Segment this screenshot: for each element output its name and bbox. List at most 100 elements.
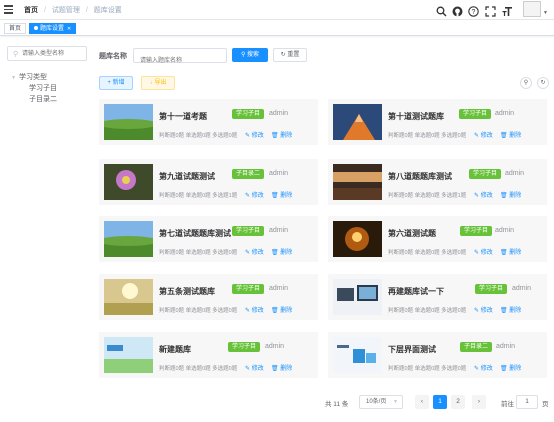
delete-button[interactable]: 🗑 删除 [271, 190, 292, 199]
close-icon[interactable]: ✕ [67, 26, 71, 32]
question-icon[interactable]: ? [468, 4, 479, 17]
bank-card[interactable]: 第六道测试题 学习子目 admin 判断题0题 单选题0题 多选题0题 ✎ 修改… [328, 216, 547, 262]
type-search-input[interactable] [22, 49, 86, 59]
tree-node-sub-two[interactable]: 子目录二 [7, 94, 87, 105]
trash-icon: 🗑 [271, 193, 279, 199]
edit-icon: ✎ [474, 308, 480, 314]
goto-page-input[interactable]: 1 [516, 395, 538, 409]
card-owner: admin [512, 285, 532, 292]
edit-button[interactable]: ✎ 修改 [474, 247, 493, 256]
card-owner: admin [269, 170, 289, 177]
next-page-button[interactable]: › [472, 395, 486, 409]
card-stats: 判断题0题 单选题0题 多选题0题 [159, 366, 238, 372]
card-stats: 判断题0题 单选题0题 多选题1题 [388, 193, 467, 199]
delete-button[interactable]: 🗑 删除 [271, 305, 292, 314]
toggle-search-button[interactable]: ⚲ [520, 77, 532, 89]
page-size-select[interactable]: 10条/页 ▼ [359, 395, 403, 409]
edit-icon: ✎ [245, 193, 251, 199]
thumbnail-blue-boxes [333, 337, 382, 373]
prev-page-button[interactable]: ‹ [415, 395, 429, 409]
delete-button[interactable]: 🗑 删除 [500, 130, 521, 139]
edit-button[interactable]: ✎ 修改 [245, 363, 264, 372]
card-title: 第七道试题题库测试 [159, 229, 231, 238]
search-button[interactable]: ⚲ 搜索 [232, 48, 268, 62]
breadcrumb-item-home[interactable]: 首页 [24, 7, 38, 14]
delete-button[interactable]: 🗑 删除 [500, 305, 521, 314]
page-1[interactable]: 1 [433, 395, 447, 409]
trash-icon: 🗑 [500, 308, 508, 314]
card-title: 第六道测试题 [388, 229, 436, 238]
card-stats: 判断题0题 单选题0题 多选题0题 [159, 308, 238, 314]
card-stats: 判断题0题 单选题0题 多选题0题 [159, 250, 238, 256]
card-owner: admin [269, 110, 289, 117]
bank-card[interactable]: 第十道测试题库 学习子目 admin 判断题0题 单选题0题 多选题0题 ✎ 修… [328, 99, 547, 145]
search-icon[interactable] [436, 4, 447, 17]
reset-button[interactable]: ↻ 重置 [273, 48, 307, 62]
bank-card[interactable]: 第十一道考题 学习子目 admin 判断题0题 单选题0题 多选题0题 ✎ 修改… [99, 99, 318, 145]
edit-button[interactable]: ✎ 修改 [245, 247, 264, 256]
edit-button[interactable]: ✎ 修改 [474, 363, 493, 372]
edit-button[interactable]: ✎ 修改 [245, 190, 264, 199]
card-owner: admin [496, 343, 516, 350]
page-2[interactable]: 2 [451, 395, 465, 409]
delete-button[interactable]: 🗑 删除 [500, 247, 521, 256]
tag-home[interactable]: 首页 [4, 23, 27, 34]
edit-icon: ✎ [474, 193, 480, 199]
navbar: 首页 / 试题管理 / 题库设置 ? ▼ [0, 0, 554, 20]
delete-button[interactable]: 🗑 删除 [271, 247, 292, 256]
delete-button[interactable]: 🗑 删除 [500, 190, 521, 199]
add-button[interactable]: + 新增 [99, 76, 133, 90]
bank-name-input[interactable] [140, 56, 228, 66]
edit-button[interactable]: ✎ 修改 [474, 305, 493, 314]
chevron-down-icon: ▼ [393, 399, 398, 405]
bank-card[interactable]: 下层界面测试 子目录二 admin 判断题0题 单选题0题 多选题0题 ✎ 修改… [328, 332, 547, 378]
github-icon[interactable] [452, 4, 463, 17]
category-tree: ▼ 学习类型 学习子目 子目录二 [7, 72, 87, 105]
pagination-total: 共 11 条 [325, 401, 349, 408]
card-owner: admin [265, 343, 285, 350]
trash-icon: 🗑 [500, 366, 508, 372]
card-owner: admin [495, 110, 515, 117]
fullscreen-icon[interactable] [485, 4, 496, 17]
bank-card[interactable]: 第九道试题测试 子目录二 admin 判断题0题 单选题0题 多选题1题 ✎ 修… [99, 159, 318, 205]
thumbnail-flower [104, 164, 153, 200]
card-title: 再建题库试一下 [388, 287, 444, 296]
chevron-down-icon[interactable]: ▼ [543, 10, 548, 16]
refresh-button[interactable]: ↻ [537, 77, 549, 89]
delete-button[interactable]: 🗑 删除 [271, 363, 292, 372]
edit-button[interactable]: ✎ 修改 [245, 130, 264, 139]
bank-card[interactable]: 第五条测试题库 学习子目 admin 判断题0题 单选题0题 多选题0题 ✎ 修… [99, 274, 318, 320]
tree-node-learning-type[interactable]: ▼ 学习类型 [7, 72, 87, 83]
delete-button[interactable]: 🗑 删除 [271, 130, 292, 139]
category-badge: 学习子目 [232, 109, 265, 119]
card-owner: admin [269, 285, 289, 292]
category-badge: 学习子目 [459, 109, 492, 119]
card-title: 第九道试题测试 [159, 172, 215, 181]
bank-card[interactable]: 再建题库试一下 学习子目 admin 判断题0题 单选题0题 多选题0题 ✎ 修… [328, 274, 547, 320]
bank-card[interactable]: 第七道试题题库测试 学习子目 admin 判断题0题 单选题0题 多选题0题 ✎… [99, 216, 318, 262]
edit-button[interactable]: ✎ 修改 [474, 190, 493, 199]
card-stats: 判断题0题 单选题0题 多选题0题 [388, 366, 467, 372]
bank-card[interactable]: 第八道题题库测试 学习子目 admin 判断题0题 单选题0题 多选题1题 ✎ … [328, 159, 547, 205]
hamburger-icon[interactable] [4, 5, 13, 14]
avatar[interactable] [523, 1, 541, 17]
search-icon: ⚲ [13, 51, 19, 58]
card-owner: admin [269, 227, 289, 234]
caret-down-icon[interactable]: ▼ [11, 73, 19, 84]
tree-node-learning-sub[interactable]: 学习子目 [7, 83, 87, 94]
thumbnail-sunlit-field [104, 279, 153, 315]
category-badge: 学习子目 [228, 342, 261, 352]
edit-button[interactable]: ✎ 修改 [245, 305, 264, 314]
export-button[interactable]: ↓ 导出 [141, 76, 175, 90]
bank-name-label: 题库名称 [99, 53, 127, 60]
card-stats: 判断题0题 单选题0题 多选题0题 [159, 133, 238, 139]
category-badge: 学习子目 [469, 169, 502, 179]
edit-button[interactable]: ✎ 修改 [474, 130, 493, 139]
search-icon: ⚲ [240, 52, 246, 58]
delete-button[interactable]: 🗑 删除 [500, 363, 521, 372]
bank-card[interactable]: 新建题库 学习子目 admin 判断题0题 单选题0题 多选题0题 ✎ 修改 🗑… [99, 332, 318, 378]
tag-bank-settings[interactable]: 题库设置 ✕ [29, 23, 77, 34]
svg-text:?: ? [472, 9, 476, 16]
text-size-icon[interactable] [502, 4, 513, 16]
breadcrumb-item-question-manage[interactable]: 试题管理 [52, 7, 80, 14]
